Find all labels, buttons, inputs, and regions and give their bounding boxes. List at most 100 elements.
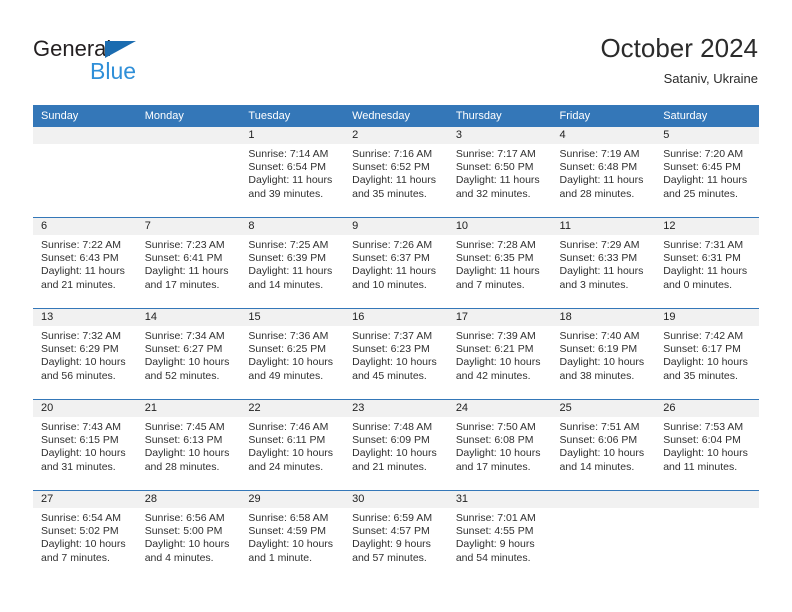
- daylight-text: Daylight: 11 hours: [663, 174, 748, 187]
- calendar-day-cell[interactable]: 1 Sunrise: 7:14 AM Sunset: 6:54 PM Daylight…: [240, 127, 345, 218]
- calendar-day-cell[interactable]: 12 Sunrise: 7:31 AM Sunset: 6:31 PM Dayligh…: [655, 217, 759, 309]
- calendar-day-cell[interactable]: 28 Sunrise: 6:56 AM Sunset: 5:00 PM Dayligh…: [136, 490, 241, 581]
- sunset-text: Sunset: 6:33 PM: [559, 252, 638, 265]
- calendar-day-cell[interactable]: 8 Sunrise: 7:25 AM Sunset: 6:39 PM Daylight…: [240, 217, 345, 309]
- generalblue-logo: General Blue: [33, 36, 293, 84]
- sunrise-text: Sunrise: 7:26 AM: [352, 239, 433, 251]
- day-details: Sunrise: 7:37 AM Sunset: 6:23 PM Daylight:…: [344, 326, 448, 383]
- calendar-day-cell[interactable]: 22 Sunrise: 7:46 AM Sunset: 6:11 PM Dayligh…: [240, 399, 345, 491]
- calendar-day-cell[interactable]: 6 Sunrise: 7:22 AM Sunset: 6:43 PM Daylight…: [33, 217, 137, 309]
- calendar-week-row: 6 Sunrise: 7:22 AM Sunset: 6:43 PM Daylight…: [33, 217, 759, 309]
- day-number: [655, 491, 759, 508]
- calendar-day-cell[interactable]: 13 Sunrise: 7:32 AM Sunset: 6:29 PM Dayligh…: [33, 308, 137, 400]
- calendar-day-cell[interactable]: 16 Sunrise: 7:37 AM Sunset: 6:23 PM Dayligh…: [344, 308, 448, 400]
- day-details: Sunrise: 7:29 AM Sunset: 6:33 PM Daylight:…: [552, 235, 656, 292]
- sunrise-text: Sunrise: 7:37 AM: [352, 330, 433, 342]
- sunset-text: Sunset: 6:31 PM: [663, 252, 741, 265]
- day-number: 8: [240, 218, 345, 235]
- day-number: 19: [655, 309, 759, 326]
- daylight-text: and 52 minutes.: [144, 369, 220, 382]
- sunset-text: Sunset: 6:41 PM: [144, 252, 223, 265]
- daylight-text: Daylight: 10 hours: [248, 447, 334, 460]
- calendar-week-row: 27 Sunrise: 6:54 AM Sunset: 5:02 PM Dayligh…: [33, 490, 759, 581]
- calendar-day-cell[interactable]: 20 Sunrise: 7:43 AM Sunset: 6:15 PM Dayligh…: [33, 399, 137, 491]
- weekday-header-saturday: Saturday: [655, 105, 759, 127]
- day-details: Sunrise: 7:53 AM Sunset: 6:04 PM Daylight:…: [655, 417, 759, 474]
- calendar-day-cell[interactable]: 3 Sunrise: 7:17 AM Sunset: 6:50 PM Daylight…: [447, 127, 552, 218]
- sunset-text: Sunset: 6:50 PM: [455, 161, 534, 174]
- daylight-text: Daylight: 10 hours: [455, 356, 541, 369]
- daylight-text: Daylight: 11 hours: [559, 265, 644, 278]
- sunrise-text: Sunrise: 7:42 AM: [663, 330, 744, 342]
- daylight-text: Daylight: 10 hours: [559, 447, 645, 460]
- day-number: [551, 491, 656, 508]
- sunset-text: Sunset: 6:27 PM: [144, 343, 223, 356]
- calendar-day-cell[interactable]: 10 Sunrise: 7:28 AM Sunset: 6:35 PM Dayligh…: [447, 217, 552, 309]
- sunrise-text: Sunrise: 7:20 AM: [663, 148, 744, 160]
- sunrise-text: Sunrise: 7:39 AM: [455, 330, 536, 342]
- sunrise-text: Sunrise: 7:43 AM: [41, 421, 121, 433]
- day-number: [33, 127, 137, 144]
- calendar-day-cell[interactable]: 15 Sunrise: 7:36 AM Sunset: 6:25 PM Dayligh…: [240, 308, 345, 400]
- sunset-text: Sunset: 6:29 PM: [41, 343, 119, 356]
- sunrise-text: Sunrise: 7:17 AM: [455, 148, 536, 160]
- calendar-day-cell[interactable]: 25 Sunrise: 7:51 AM Sunset: 6:06 PM Dayligh…: [551, 399, 656, 491]
- sunset-text: Sunset: 4:55 PM: [455, 525, 534, 538]
- sunrise-text: Sunrise: 6:58 AM: [248, 512, 329, 524]
- daylight-text: and 49 minutes.: [248, 369, 324, 382]
- calendar-day-cell-empty: [136, 127, 241, 218]
- calendar-day-cell[interactable]: 2 Sunrise: 7:16 AM Sunset: 6:52 PM Daylight…: [344, 127, 448, 218]
- calendar-page: General Blue October 2024 Sataniv, Ukrai…: [0, 0, 792, 612]
- calendar-week-row: 13 Sunrise: 7:32 AM Sunset: 6:29 PM Dayligh…: [33, 308, 759, 400]
- day-number: 30: [344, 491, 448, 508]
- calendar-day-cell[interactable]: 19 Sunrise: 7:42 AM Sunset: 6:17 PM Dayligh…: [655, 308, 759, 400]
- logo-text-blue: Blue: [90, 58, 137, 84]
- daylight-text: Daylight: 9 hours: [455, 538, 535, 551]
- day-number: 17: [447, 309, 552, 326]
- calendar-day-cell[interactable]: 30 Sunrise: 6:59 AM Sunset: 4:57 PM Dayligh…: [344, 490, 448, 581]
- daylight-text: Daylight: 10 hours: [41, 538, 126, 551]
- day-number: 11: [551, 218, 656, 235]
- daylight-text: and 7 minutes.: [41, 551, 110, 564]
- daylight-text: Daylight: 10 hours: [41, 356, 126, 369]
- daylight-text: and 21 minutes.: [41, 278, 116, 291]
- calendar-day-cell[interactable]: 24 Sunrise: 7:50 AM Sunset: 6:08 PM Dayligh…: [447, 399, 552, 491]
- calendar-day-cell[interactable]: 9 Sunrise: 7:26 AM Sunset: 6:37 PM Daylight…: [344, 217, 448, 309]
- calendar-day-cell[interactable]: 14 Sunrise: 7:34 AM Sunset: 6:27 PM Dayligh…: [136, 308, 241, 400]
- daylight-text: and 21 minutes.: [352, 460, 427, 473]
- sunset-text: Sunset: 6:06 PM: [559, 434, 638, 447]
- calendar-grid: Sunday Monday Tuesday Wednesday Thursday Frid…: [33, 105, 759, 581]
- calendar-day-cell[interactable]: 23 Sunrise: 7:48 AM Sunset: 6:09 PM Dayligh…: [344, 399, 448, 491]
- daylight-text: Daylight: 11 hours: [559, 174, 644, 187]
- calendar-day-cell[interactable]: 31 Sunrise: 7:01 AM Sunset: 4:55 PM Dayligh…: [447, 490, 552, 581]
- day-details: Sunrise: 7:42 AM Sunset: 6:17 PM Daylight:…: [655, 326, 759, 383]
- sunset-text: Sunset: 6:52 PM: [352, 161, 430, 174]
- daylight-text: Daylight: 10 hours: [455, 447, 541, 460]
- sunset-text: Sunset: 6:04 PM: [663, 434, 741, 447]
- day-number: 15: [240, 309, 345, 326]
- day-details: Sunrise: 6:58 AM Sunset: 4:59 PM Daylight:…: [240, 508, 344, 565]
- day-number: 13: [33, 309, 137, 326]
- sunrise-text: Sunrise: 6:59 AM: [352, 512, 433, 524]
- calendar-day-cell[interactable]: 17 Sunrise: 7:39 AM Sunset: 6:21 PM Dayligh…: [447, 308, 552, 400]
- calendar-day-cell[interactable]: 4 Sunrise: 7:19 AM Sunset: 6:48 PM Daylight…: [551, 127, 656, 218]
- sunset-text: Sunset: 6:25 PM: [248, 343, 327, 356]
- calendar-day-cell[interactable]: 29 Sunrise: 6:58 AM Sunset: 4:59 PM Dayligh…: [240, 490, 345, 581]
- calendar-day-cell[interactable]: 7 Sunrise: 7:23 AM Sunset: 6:41 PM Daylight…: [136, 217, 241, 309]
- calendar-day-cell[interactable]: 26 Sunrise: 7:53 AM Sunset: 6:04 PM Dayligh…: [655, 399, 759, 491]
- calendar-day-cell[interactable]: 18 Sunrise: 7:40 AM Sunset: 6:19 PM Dayligh…: [551, 308, 656, 400]
- calendar-table: Sunday Monday Tuesday Wednesday Thursday Frid…: [33, 105, 759, 581]
- calendar-day-cell[interactable]: 5 Sunrise: 7:20 AM Sunset: 6:45 PM Daylight…: [655, 127, 759, 218]
- calendar-day-cell[interactable]: 27 Sunrise: 6:54 AM Sunset: 5:02 PM Dayligh…: [33, 490, 137, 581]
- calendar-day-cell[interactable]: 11 Sunrise: 7:29 AM Sunset: 6:33 PM Dayligh…: [551, 217, 656, 309]
- page-subtitle: Sataniv, Ukraine: [663, 71, 758, 86]
- sunrise-text: Sunrise: 7:51 AM: [559, 421, 640, 433]
- day-number: 29: [240, 491, 345, 508]
- title-block: October 2024 Sataniv, Ukraine: [600, 32, 758, 89]
- day-number: 4: [551, 127, 656, 144]
- sunrise-text: Sunrise: 7:45 AM: [144, 421, 225, 433]
- day-details: Sunrise: 7:34 AM Sunset: 6:27 PM Daylight:…: [137, 326, 241, 383]
- calendar-day-cell[interactable]: 21 Sunrise: 7:45 AM Sunset: 6:13 PM Dayligh…: [136, 399, 241, 491]
- sunset-text: Sunset: 5:02 PM: [41, 525, 119, 538]
- day-number: 3: [447, 127, 552, 144]
